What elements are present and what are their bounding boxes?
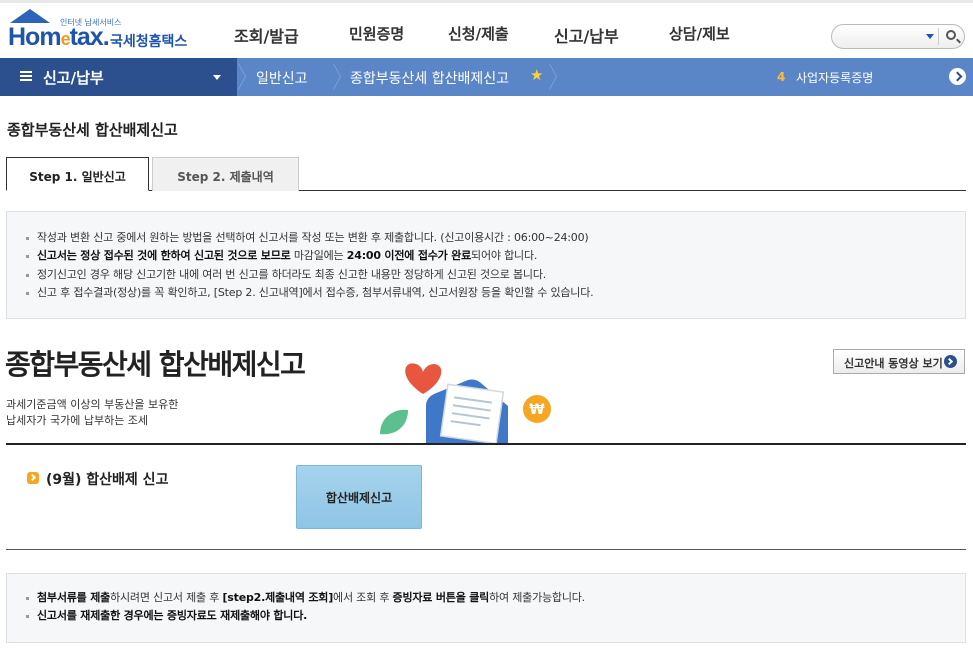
nav-report-pay[interactable]: 신고/납부	[554, 23, 619, 47]
notice-item: 신고 후 접수결과(정상)를 꼭 확인하고, [Step 2. 신고내역]에서 …	[26, 284, 965, 302]
hero-illustration: ₩	[380, 363, 551, 444]
logo-brand-kr: 국세청홈택스	[110, 34, 188, 50]
hometax-logo[interactable]: 인터넷 납세서비스 Hometax. 국세청홈택스	[6, 9, 196, 55]
breadcrumb-separator-icon	[236, 58, 250, 96]
notice-item: 첨부서류를 제출하시려면 신고서 제출 후 [step2.제출내역 조회]에서 …	[26, 589, 965, 607]
document-icon	[439, 383, 505, 444]
nav-civil-certificate[interactable]: 민원증명	[349, 23, 404, 44]
section-divider	[6, 549, 966, 550]
recent-next-button[interactable]	[949, 68, 966, 85]
notice-box: 작성과 변환 신고 중에서 원하는 방법을 선택하여 신고서를 작성 또는 변환…	[6, 211, 966, 319]
section-label: (9월) 합산배제 신고	[46, 472, 169, 488]
chevron-right-icon	[944, 355, 957, 368]
hero-description: 납세자가 국가에 납부하는 조세	[6, 414, 149, 427]
tab-step2-history[interactable]: Step 2. 제출내역	[152, 157, 299, 191]
page-title: 종합부동산세 합산배제신고	[7, 121, 178, 139]
breadcrumb-separator-icon	[331, 58, 345, 96]
main-nav: 조회/발급 민원증명 신청/제출 신고/납부 상담/제보	[210, 23, 770, 51]
section-divider	[6, 443, 966, 445]
recent-menu-count: 4	[777, 70, 786, 84]
nav-consult-report[interactable]: 상담/제보	[669, 23, 730, 44]
heart-icon	[405, 363, 442, 394]
notice-item: 정기신고인 경우 해당 신고기한 내에 여러 번 신고를 하더라도 최종 신고한…	[26, 266, 965, 284]
breadcrumb-separator-icon	[547, 58, 561, 96]
chevron-down-icon	[213, 75, 221, 80]
hero-description: 과세기준금액 이상의 부동산을 보유한	[6, 398, 179, 411]
guide-video-button[interactable]: 신고안내 동영상 보기	[833, 349, 965, 374]
breadcrumb-bar: 신고/납부 일반신고 종합부동산세 합산배제신고 ★ 4 사업자등록증명	[0, 58, 973, 96]
guide-video-label: 신고안내 동영상 보기	[844, 357, 943, 370]
breadcrumb-current-page[interactable]: 종합부동산세 합산배제신고	[350, 68, 509, 88]
tab-step1-general[interactable]: Step 1. 일반신고	[6, 157, 149, 191]
search-icon	[946, 30, 956, 40]
search-button[interactable]	[942, 27, 962, 47]
exclusion-report-button[interactable]: 합산배제신고	[296, 465, 422, 529]
chevron-down-icon[interactable]	[926, 34, 934, 39]
category-menu-button[interactable]: 신고/납부	[0, 58, 237, 96]
category-menu-label: 신고/납부	[43, 69, 104, 87]
search-input[interactable]	[831, 24, 965, 49]
bullet-arrow-icon	[27, 472, 39, 484]
house-roof-icon	[10, 9, 50, 23]
notice-item: 신고서를 재제출한 경우에는 증빙자료도 재제출해야 합니다.	[26, 607, 965, 625]
top-header: 인터넷 납세서비스 Hometax. 국세청홈택스 조회/발급 민원증명 신청/…	[0, 0, 973, 58]
notice-item: 작성과 변환 신고 중에서 원하는 방법을 선택하여 신고서를 작성 또는 변환…	[26, 229, 965, 247]
recent-menu-link[interactable]: 사업자등록증명	[796, 69, 873, 86]
attachment-notice-box: 첨부서류를 제출하시려면 신고서 제출 후 [step2.제출내역 조회]에서 …	[6, 573, 966, 643]
svg-text:₩: ₩	[529, 402, 545, 418]
logo-brand: Hometax.	[8, 23, 110, 51]
nav-apply-submit[interactable]: 신청/제출	[448, 23, 509, 44]
breadcrumb-general-report[interactable]: 일반신고	[256, 68, 308, 88]
step-tabs: Step 1. 일반신고 Step 2. 제출내역	[6, 157, 966, 191]
notice-item: 신고서는 정상 접수된 것에 한하여 신고된 것으로 보므로 마감일에는 24:…	[26, 247, 965, 265]
nav-inquiry-issue[interactable]: 조회/발급	[234, 23, 299, 47]
hamburger-icon	[20, 71, 32, 81]
hero-title: 종합부동산세 합산배제신고	[5, 348, 306, 381]
leaf-icon	[380, 409, 408, 435]
search-divider	[938, 28, 939, 45]
